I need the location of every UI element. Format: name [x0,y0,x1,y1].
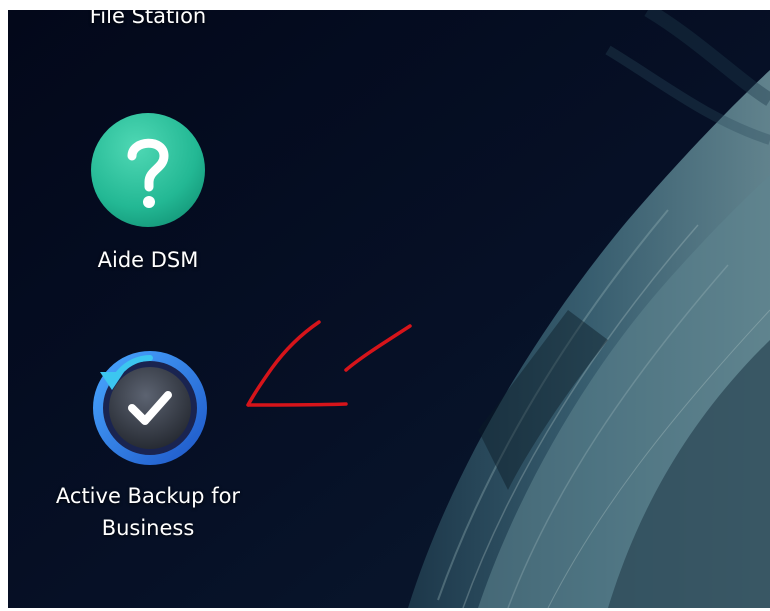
help-question-icon [91,113,205,227]
active-backup-icon [93,351,207,465]
active-backup-label: Active Backup for Business [55,484,241,540]
dsm-desktop: File Station Aide DSM Active Backup for … [8,10,770,608]
desktop-icon-active-backup[interactable]: Active Backup for Business [38,348,258,558]
aide-dsm-label: Aide DSM [97,248,199,272]
desktop-icon-file-station[interactable]: File Station [38,10,258,32]
file-station-label: File Station [89,10,207,28]
desktop-icon-aide-dsm[interactable]: Aide DSM [38,110,258,280]
screenshot-frame: File Station Aide DSM Active Backup for … [0,0,770,611]
